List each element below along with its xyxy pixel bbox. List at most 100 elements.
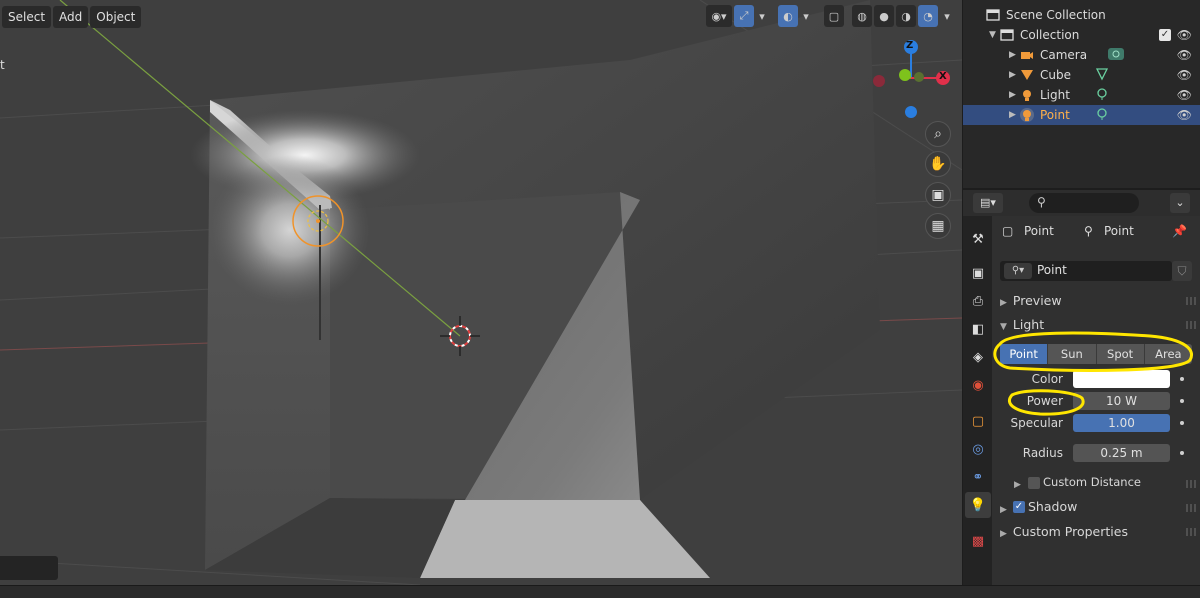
visibility-icon[interactable]: ◉▾ [706, 5, 732, 27]
fake-user-icon[interactable]: ⛉ [1172, 261, 1192, 281]
radius-field[interactable]: 0.25 m [1073, 444, 1170, 462]
select-menu[interactable]: Select [2, 6, 52, 28]
gizmo-z-label: Z [906, 40, 914, 51]
custom-distance-section[interactable]: ▶ [1014, 476, 1027, 490]
overlays-dropdown-icon[interactable]: ▾ [800, 5, 812, 27]
clipped-label: t [0, 58, 5, 72]
drag-handle-icon[interactable] [1186, 297, 1196, 305]
light-section[interactable]: ▼ Light [1000, 317, 1044, 332]
operator-panel[interactable] [0, 556, 58, 580]
collection-row[interactable]: ▼ Collection ✓ 👁 [963, 25, 1200, 45]
shadow-section[interactable]: ▶ [1000, 500, 1013, 515]
exclude-checkbox[interactable]: ✓ [1159, 29, 1171, 41]
light-type-spot[interactable]: Spot [1096, 344, 1145, 364]
light-type-selector: Point Sun Spot Area [1000, 344, 1192, 364]
viewport-header-tools: ◉▾ ⤢ ▾ ◐ ▾ ▢ ◍ ● ◑ ◔ ▾ [706, 5, 954, 27]
datablock-name[interactable]: Point [1037, 263, 1067, 277]
power-field[interactable]: 10 W [1073, 392, 1170, 410]
add-menu[interactable]: Add [53, 6, 89, 28]
scene-tab-icon[interactable]: ◈ [965, 344, 991, 370]
light-type-area[interactable]: Area [1144, 344, 1192, 364]
material-shading-icon[interactable]: ◑ [896, 5, 916, 27]
light-browse-icon[interactable]: ⚲▾ [1004, 263, 1032, 279]
pin-icon[interactable]: 📌 [1172, 224, 1187, 238]
solid-shading-icon[interactable]: ● [874, 5, 894, 27]
eye-icon[interactable]: 👁 [1177, 108, 1192, 122]
breadcrumb-object: Point [1024, 224, 1054, 238]
outliner-item-camera[interactable]: ▶ Camera 👁 [963, 45, 1200, 65]
object-icon: ▢ [1002, 224, 1014, 238]
keyframe-dot-icon[interactable] [1180, 399, 1184, 403]
specular-field[interactable]: 1.00 [1073, 414, 1170, 432]
gizmo-toggle-icon[interactable]: ⤢ [734, 5, 754, 27]
gizmo-dropdown-icon[interactable]: ▾ [756, 5, 768, 27]
outliner-item-light[interactable]: ▶ Light 👁 [963, 85, 1200, 105]
radius-label: Radius [1022, 446, 1063, 460]
outliner-item-point[interactable]: ▶ Point 👁 [963, 105, 1200, 125]
scene-collection-row[interactable]: Scene Collection [963, 5, 1200, 25]
light-type-sun[interactable]: Sun [1048, 344, 1097, 364]
camera-icon [1019, 47, 1035, 63]
light-icon: ⚲ [1084, 224, 1093, 238]
xray-icon[interactable]: ▢ [824, 5, 844, 27]
camera-view-icon[interactable]: ▣ [925, 182, 951, 208]
shading-dropdown-icon[interactable]: ▾ [940, 5, 954, 27]
tool-tab-icon[interactable]: ⚒ [965, 226, 991, 252]
scene-render [0, 0, 962, 585]
object-menu[interactable]: Object [90, 6, 142, 28]
eye-icon[interactable]: 👁 [1177, 28, 1192, 42]
breadcrumb-data: Point [1104, 224, 1134, 238]
eye-icon[interactable]: 👁 [1177, 48, 1192, 62]
item-label: Light [1040, 88, 1070, 102]
world-tab-icon[interactable]: ◉ [965, 372, 991, 398]
mesh-icon [1019, 67, 1035, 83]
custom-properties-section[interactable]: ▶ Custom Properties [1000, 524, 1128, 539]
keyframe-dot-icon[interactable] [1180, 451, 1184, 455]
expand-arrow-icon[interactable]: ▶ [1009, 110, 1019, 120]
light-data-icon [1095, 87, 1109, 104]
collapsed-arrow-icon: ▶ [1000, 529, 1007, 539]
eye-icon[interactable]: 👁 [1177, 88, 1192, 102]
light-icon [1019, 87, 1035, 103]
datablock-selector[interactable]: ⚲▾ Point [1000, 261, 1172, 281]
color-swatch[interactable] [1073, 370, 1170, 388]
physics-tab-icon[interactable]: ◎ [965, 436, 991, 462]
light-data-tab-icon[interactable]: 💡 [965, 492, 991, 518]
zoom-icon[interactable]: ⌕ [925, 121, 951, 147]
constraints-tab-icon[interactable]: ⚭ [965, 464, 991, 490]
editor-type-icon[interactable]: ▤▾ [973, 193, 1003, 213]
search-input[interactable]: ⚲ [1029, 193, 1139, 213]
rendered-shading-icon[interactable]: ◔ [918, 5, 938, 27]
texture-tab-icon[interactable]: ▩ [965, 528, 991, 554]
drag-handle-icon[interactable] [1186, 528, 1196, 536]
drag-handle-icon[interactable] [1186, 504, 1196, 512]
expand-arrow-icon[interactable]: ▶ [1009, 70, 1019, 80]
pan-hand-icon[interactable]: ✋ [925, 151, 951, 177]
render-tab-icon[interactable]: ▣ [965, 260, 991, 286]
chevron-down-icon[interactable]: ⌄ [1170, 193, 1190, 213]
preview-section[interactable]: ▶ Preview [1000, 293, 1062, 308]
overlays-icon[interactable]: ◐ [778, 5, 798, 27]
status-bar [0, 585, 1200, 598]
drag-handle-icon[interactable] [1186, 321, 1196, 329]
expand-arrow-icon[interactable]: ▶ [1009, 50, 1019, 60]
view-layer-tab-icon[interactable]: ◧ [965, 316, 991, 342]
expand-arrow-icon[interactable]: ▼ [989, 30, 999, 40]
eye-icon[interactable]: 👁 [1177, 68, 1192, 82]
output-tab-icon[interactable]: ⎙ [965, 288, 991, 314]
wireframe-shading-icon[interactable]: ◍ [852, 5, 872, 27]
keyframe-dot-icon[interactable] [1180, 377, 1184, 381]
light-type-point[interactable]: Point [1000, 344, 1049, 364]
perspective-grid-icon[interactable]: ▦ [925, 213, 951, 239]
section-label: Custom Properties [1012, 524, 1128, 539]
drag-handle-icon[interactable] [1186, 480, 1196, 488]
outliner-item-cube[interactable]: ▶ Cube 👁 [963, 65, 1200, 85]
3d-viewport[interactable]: Select Add Object t ◉▾ ⤢ ▾ ◐ ▾ ▢ ◍ ● ◑ ◔… [0, 0, 962, 585]
section-label: Preview [1012, 293, 1062, 308]
object-tab-icon[interactable]: ▢ [965, 408, 991, 434]
shadow-checkbox[interactable]: ✓ [1013, 501, 1025, 513]
keyframe-dot-icon[interactable] [1180, 421, 1184, 425]
viewport-menu: Select Add Object [2, 6, 142, 28]
custom-distance-checkbox[interactable] [1028, 477, 1040, 489]
expand-arrow-icon[interactable]: ▶ [1009, 90, 1019, 100]
